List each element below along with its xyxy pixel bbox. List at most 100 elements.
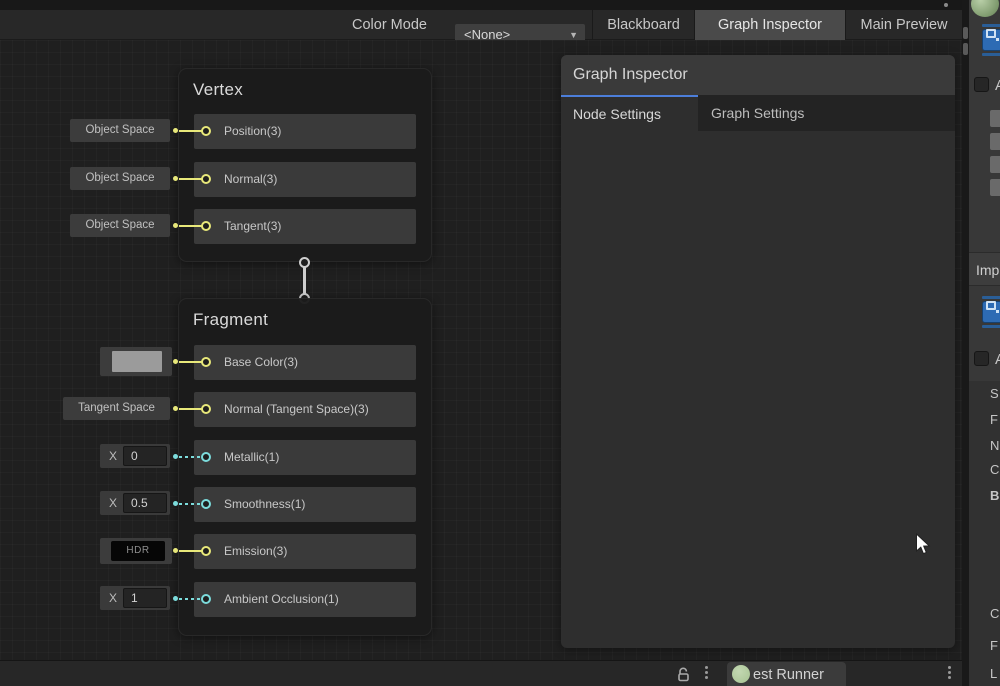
tangent-space-dropdown[interactable]: Object Space xyxy=(70,214,170,237)
port-label: Position(3) xyxy=(224,114,281,149)
truncated-field-label: B xyxy=(990,488,999,503)
divider-mark xyxy=(963,27,968,39)
graph-inspector-header[interactable]: Graph Inspector xyxy=(561,55,955,95)
truncated-field-label: C xyxy=(990,462,999,477)
test-runner-status-icon xyxy=(732,665,750,683)
fragment-node-title: Fragment xyxy=(193,310,268,330)
smoothness-value-input[interactable]: 0.5 xyxy=(123,493,167,513)
fragment-row-normal-ts: Normal (Tangent Space)(3) xyxy=(194,392,416,427)
tab-node-settings[interactable]: Node Settings xyxy=(561,95,698,131)
panel-divider[interactable] xyxy=(962,0,969,686)
connector-line xyxy=(179,408,203,410)
truncated-label: A xyxy=(995,77,1000,94)
connector-dot xyxy=(173,128,178,133)
connector-line xyxy=(179,225,203,227)
inspector-mini-button[interactable] xyxy=(990,110,1000,127)
connector-dot xyxy=(173,454,178,459)
tab-graph-settings[interactable]: Graph Settings xyxy=(711,95,804,131)
emission-color-well: HDR xyxy=(100,538,172,564)
inspector-checkbox[interactable] xyxy=(974,77,989,92)
port-label: Smoothness(1) xyxy=(224,487,305,522)
normal-space-dropdown[interactable]: Object Space xyxy=(70,167,170,190)
connector-line xyxy=(179,361,203,363)
port-label: Normal (Tangent Space)(3) xyxy=(224,392,369,427)
fragment-row-base-color: Base Color(3) xyxy=(194,345,416,380)
stack-connector-top[interactable] xyxy=(299,257,310,268)
truncated-field-label: C xyxy=(990,606,999,621)
connector-dot xyxy=(173,223,178,228)
base-color-swatch[interactable] xyxy=(112,351,162,372)
ambient-occlusion-value-input[interactable]: 1 xyxy=(123,588,167,608)
unity-inspector-panel: Imp A A S F N C B C F L xyxy=(969,0,1000,686)
truncated-field-label: F xyxy=(990,412,998,427)
port-label: Emission(3) xyxy=(224,534,287,569)
fragment-row-ambient-occlusion: Ambient Occlusion(1) xyxy=(194,582,416,617)
fragment-row-metallic: Metallic(1) xyxy=(194,440,416,475)
shader-graph-toolbar: Color Mode <None> ▼ Blackboard Graph Ins… xyxy=(0,10,962,40)
truncated-field-label: L xyxy=(990,666,997,681)
stack-connector-line xyxy=(303,266,306,296)
window-top-strip xyxy=(0,0,962,10)
bottom-tab-bar: est Runner xyxy=(0,660,962,686)
truncated-field-label: N xyxy=(990,438,999,453)
blackboard-button[interactable]: Blackboard xyxy=(593,10,694,40)
inspector-mini-button[interactable] xyxy=(990,133,1000,150)
emission-hdr-swatch[interactable]: HDR xyxy=(111,541,165,561)
connector-dot xyxy=(173,176,178,181)
metallic-value-input[interactable]: 0 xyxy=(123,446,167,466)
inspector-mini-button[interactable] xyxy=(990,156,1000,173)
unlock-icon[interactable] xyxy=(676,666,692,682)
x-component-label: X xyxy=(109,444,117,468)
graph-inspector-panel: Graph Inspector Node Settings Graph Sett… xyxy=(561,55,955,648)
fragment-node[interactable]: Fragment Base Color(3) Normal (Tangent S… xyxy=(178,298,432,636)
connector-dot xyxy=(173,359,178,364)
kebab-menu-icon[interactable] xyxy=(705,666,709,682)
connector-line xyxy=(179,550,203,552)
connector-line xyxy=(179,130,203,132)
connector-line xyxy=(179,503,203,505)
inspector-tabstrip: Node Settings Graph Settings xyxy=(561,95,955,131)
test-runner-label: est Runner xyxy=(753,662,824,686)
connector-dot xyxy=(173,406,178,411)
ambient-occlusion-field: X 1 xyxy=(100,586,170,610)
main-preview-button[interactable]: Main Preview xyxy=(846,10,962,40)
connector-dot xyxy=(173,501,178,506)
port-label: Ambient Occlusion(1) xyxy=(224,582,339,617)
graph-inspector-title: Graph Inspector xyxy=(573,55,688,95)
color-mode-label: Color Mode xyxy=(352,10,427,40)
fragment-row-smoothness: Smoothness(1) xyxy=(194,487,416,522)
position-space-dropdown[interactable]: Object Space xyxy=(70,119,170,142)
connector-dot xyxy=(173,596,178,601)
fragment-row-emission: Emission(3) xyxy=(194,534,416,569)
test-runner-tab[interactable]: est Runner xyxy=(727,662,846,686)
connector-line xyxy=(179,456,203,458)
smoothness-field: X 0.5 xyxy=(100,491,170,515)
x-component-label: X xyxy=(109,586,117,610)
normal-ts-space-dropdown[interactable]: Tangent Space xyxy=(63,397,170,420)
vertex-node-title: Vertex xyxy=(193,80,243,100)
imported-object-header: Imp xyxy=(969,252,1000,286)
connector-line xyxy=(179,178,203,180)
divider-mark xyxy=(963,43,968,55)
inspector-mini-button[interactable] xyxy=(990,179,1000,196)
kebab-menu-icon[interactable] xyxy=(948,666,952,682)
port-label: Base Color(3) xyxy=(224,345,298,380)
truncated-field-label: S xyxy=(990,386,999,401)
vertex-node[interactable]: Vertex Position(3) Normal(3) Tangent(3) xyxy=(178,68,432,262)
base-color-well xyxy=(100,347,172,376)
truncated-label: A xyxy=(995,351,1000,368)
port-label: Normal(3) xyxy=(224,162,277,197)
vertex-row-position: Position(3) xyxy=(194,114,416,149)
metallic-field: X 0 xyxy=(100,444,170,468)
graph-inspector-button[interactable]: Graph Inspector xyxy=(695,10,845,40)
vertex-row-normal: Normal(3) xyxy=(194,162,416,197)
connector-dot xyxy=(173,548,178,553)
port-label: Tangent(3) xyxy=(224,209,281,244)
x-component-label: X xyxy=(109,491,117,515)
imported-object-label: Imp xyxy=(976,253,999,287)
truncated-field-label: F xyxy=(990,638,998,653)
scroll-dot xyxy=(944,3,948,7)
inspector-checkbox[interactable] xyxy=(974,351,989,366)
mouse-cursor xyxy=(915,533,933,557)
shader-graph-window: Color Mode <None> ▼ Blackboard Graph Ins… xyxy=(0,0,1000,686)
